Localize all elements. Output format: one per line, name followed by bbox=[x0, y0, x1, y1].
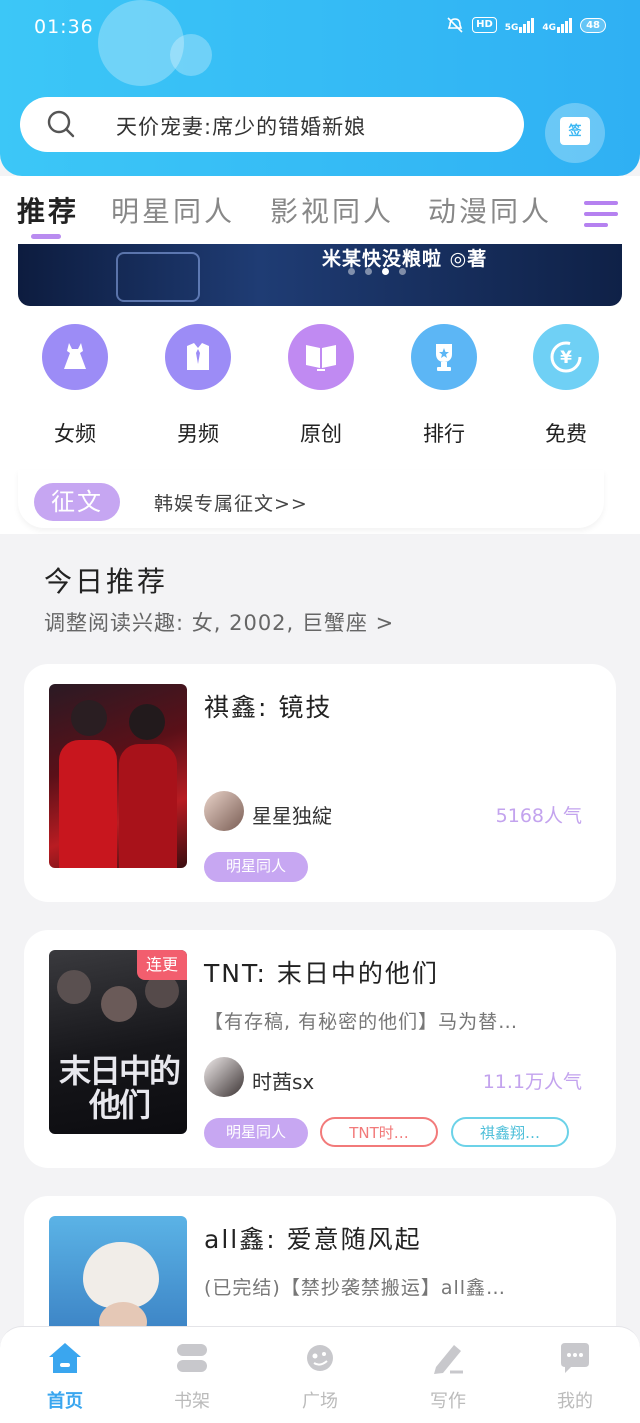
contest-tag: 征文 bbox=[34, 483, 120, 521]
tab-celebrity-fanfic[interactable]: 明星同人 bbox=[111, 190, 235, 230]
search-icon bbox=[47, 110, 75, 138]
category-free[interactable]: ¥ 免费 bbox=[532, 324, 600, 446]
author-name: 星星独綻 bbox=[252, 804, 332, 828]
category-label: 男频 bbox=[177, 422, 219, 446]
author-name: 时茜sx bbox=[252, 1070, 315, 1094]
nav-label: 书架 bbox=[174, 1391, 210, 1412]
dress-icon bbox=[42, 324, 108, 390]
status-bar: 01:36 HD 5G 4G 48 bbox=[0, 0, 640, 56]
chat-bubble-icon bbox=[561, 1343, 589, 1373]
trophy-icon bbox=[411, 324, 477, 390]
banner-logo bbox=[116, 252, 200, 302]
popularity-count: 11.1万人气 bbox=[482, 1071, 582, 1093]
tag-badge[interactable]: 祺鑫翔… bbox=[451, 1117, 569, 1147]
hd-icon: HD bbox=[472, 17, 497, 33]
author-avatar bbox=[204, 791, 244, 831]
nav-label: 首页 bbox=[47, 1391, 83, 1412]
popularity-count: 5168人气 bbox=[495, 805, 582, 827]
active-tab-indicator bbox=[31, 234, 61, 239]
pen-icon bbox=[434, 1345, 463, 1374]
nav-label: 写作 bbox=[430, 1391, 466, 1412]
cover-title: 末日中的他们 bbox=[59, 1052, 181, 1124]
book-cover bbox=[49, 684, 187, 868]
category-male[interactable]: 男频 bbox=[164, 324, 232, 446]
search-bar[interactable]: 天价宠妻:席少的错婚新娘 bbox=[20, 97, 524, 152]
book-description: (已完结)【禁抄袭禁搬运】all鑫… bbox=[204, 1277, 507, 1299]
banner[interactable]: 米某快没粮啦 ◎著 bbox=[18, 244, 622, 306]
header: 01:36 HD 5G 4G 48 天价宠妻:席少的错婚新娘 签 bbox=[0, 0, 640, 176]
serializing-tag: 连更 bbox=[137, 950, 187, 980]
mute-bell-icon bbox=[447, 17, 463, 33]
section-title: 今日推荐 bbox=[44, 565, 169, 598]
nav-square[interactable]: 广场 bbox=[275, 1341, 365, 1413]
book-title: TNT: 末日中的他们 bbox=[204, 959, 439, 988]
banner-pager bbox=[348, 268, 406, 275]
book-title: 祺鑫: 镜技 bbox=[204, 693, 333, 722]
category-label: 女频 bbox=[54, 422, 96, 446]
category-label: 免费 bbox=[545, 422, 587, 446]
tag-badge[interactable]: 明星同人 bbox=[204, 1118, 308, 1148]
signal-4g-icon: 4G bbox=[542, 17, 573, 33]
book-cover: 末日中的他们 连更 bbox=[49, 950, 187, 1134]
category-ranking[interactable]: 排行 bbox=[410, 324, 478, 446]
category-label: 排行 bbox=[423, 422, 465, 446]
home-icon bbox=[49, 1343, 81, 1373]
battery-icon: 48 bbox=[580, 17, 606, 33]
nav-label: 我的 bbox=[557, 1391, 593, 1412]
banner-text: 米某快没粮啦 ◎著 bbox=[322, 248, 488, 270]
planet-icon bbox=[307, 1345, 333, 1371]
category-female[interactable]: 女频 bbox=[41, 324, 109, 446]
book-title: all鑫: 爱意随风起 bbox=[204, 1225, 422, 1254]
status-time: 01:36 bbox=[34, 16, 94, 38]
status-icons: HD 5G 4G 48 bbox=[446, 17, 606, 33]
tab-recommend[interactable]: 推荐 bbox=[17, 190, 79, 230]
reading-interest-link[interactable]: 调整阅读兴趣: 女, 2002, 巨蟹座 > bbox=[44, 607, 394, 637]
search-placeholder: 天价宠妻:席少的错婚新娘 bbox=[116, 115, 367, 139]
yen-coin-icon: ¥ bbox=[533, 324, 599, 390]
menu-icon[interactable] bbox=[584, 201, 618, 235]
contest-text: 韩娱专属征文>> bbox=[154, 493, 308, 515]
book-icon bbox=[288, 324, 354, 390]
gift-icon: 签 bbox=[560, 117, 590, 145]
tag-badge[interactable]: 明星同人 bbox=[204, 852, 308, 882]
book-card[interactable]: 末日中的他们 连更 TNT: 末日中的他们 【有存稿, 有秘密的他们】马为替… … bbox=[24, 930, 616, 1168]
author-avatar bbox=[204, 1057, 244, 1097]
bottom-nav: 首页 书架 广场 写作 我的 bbox=[0, 1326, 640, 1423]
nav-mine[interactable]: 我的 bbox=[530, 1341, 620, 1413]
net-5g-label: 5G bbox=[504, 22, 519, 33]
book-card[interactable]: 祺鑫: 镜技 星星独綻 5168人气 明星同人 bbox=[24, 664, 616, 902]
contest-notice[interactable]: 征文 韩娱专属征文>> bbox=[18, 470, 604, 528]
book-description: 【有存稿, 有秘密的他们】马为替… bbox=[204, 1011, 519, 1033]
nav-write[interactable]: 写作 bbox=[403, 1341, 493, 1413]
svg-text:¥: ¥ bbox=[560, 348, 572, 368]
tab-film-fanfic[interactable]: 影视同人 bbox=[270, 190, 394, 230]
tab-anime-fanfic[interactable]: 动漫同人 bbox=[428, 190, 552, 230]
shirt-icon bbox=[165, 324, 231, 390]
net-4g-label: 4G bbox=[542, 22, 557, 33]
tag-badge[interactable]: TNT时… bbox=[320, 1117, 438, 1147]
bookshelf-icon bbox=[177, 1344, 207, 1372]
nav-bookshelf[interactable]: 书架 bbox=[147, 1341, 237, 1413]
signal-5g-icon: 5G bbox=[504, 17, 535, 33]
category-label: 原创 bbox=[300, 422, 342, 446]
category-original[interactable]: 原创 bbox=[287, 324, 355, 446]
nav-label: 广场 bbox=[302, 1391, 338, 1412]
category-tabs: 推荐 明星同人 影视同人 动漫同人 bbox=[0, 176, 640, 244]
nav-home[interactable]: 首页 bbox=[20, 1341, 110, 1413]
signin-button[interactable]: 签 bbox=[545, 103, 605, 163]
